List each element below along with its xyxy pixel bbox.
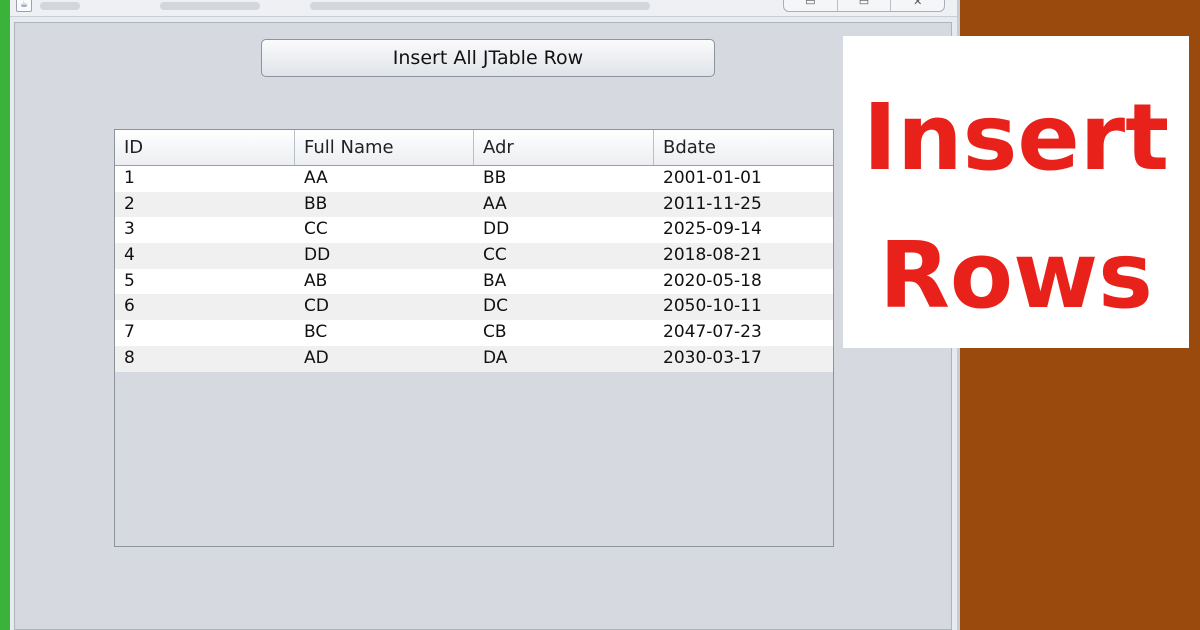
window-titlebar: ☕ ▭ ▭ ✕ — [10, 0, 957, 17]
column-header[interactable]: Bdate — [654, 130, 833, 165]
table-cell: 2030-03-17 — [663, 347, 762, 368]
app-window: ☕ ▭ ▭ ✕ Insert All JTable Row ID Full Nam… — [10, 0, 960, 630]
column-header[interactable]: ID — [115, 130, 295, 165]
table-body: 1 AA BB 2001-01-01 2 BB AA 2011-11-25 3 CC DD 2025-… — [115, 166, 833, 372]
table-cell: CC — [483, 245, 507, 266]
table-cell: DA — [483, 347, 508, 368]
title-line-rows: Rows — [879, 222, 1153, 329]
table-cell: DC — [483, 296, 508, 317]
left-green-border — [0, 0, 10, 630]
table-header: ID Full Name Adr Bdate — [115, 130, 833, 166]
table-cell: CC — [304, 219, 328, 240]
table-cell: 8 — [124, 347, 135, 368]
table-row[interactable]: 5 AB BA 2020-05-18 — [115, 268, 833, 295]
table-cell: AD — [304, 347, 329, 368]
table-cell: 2011-11-25 — [663, 193, 762, 214]
minimize-icon[interactable]: ▭ — [784, 0, 838, 11]
table-row[interactable]: 2 BB AA 2011-11-25 — [115, 191, 833, 218]
table-cell: 5 — [124, 270, 135, 291]
titlebar-blurred-text — [40, 2, 80, 10]
titlebar-blurred-text — [310, 2, 650, 10]
table-cell: 2020-05-18 — [663, 270, 762, 291]
table-cell: AA — [304, 168, 328, 188]
table-cell: 2 — [124, 193, 135, 214]
table-scroll-pane[interactable]: ID Full Name Adr Bdate 1 AA BB 2001-01-01 2 BB AA… — [114, 129, 834, 547]
table-cell: 2025-09-14 — [663, 219, 762, 240]
insert-all-rows-button[interactable]: Insert All JTable Row — [261, 39, 715, 77]
table-cell: 2050-10-11 — [663, 296, 762, 317]
table-row[interactable]: 7 BC CB 2047-07-23 — [115, 320, 833, 346]
table-cell: BA — [483, 270, 507, 291]
table-cell: 2047-07-23 — [663, 322, 762, 343]
table-cell: BB — [304, 193, 328, 214]
close-icon[interactable]: ✕ — [891, 0, 944, 11]
table-cell: DD — [304, 245, 331, 266]
table-cell: 1 — [124, 168, 135, 188]
table-cell: AA — [483, 193, 507, 214]
table-row[interactable]: 6 CD DC 2050-10-11 — [115, 294, 833, 321]
table-row[interactable]: 8 AD DA 2030-03-17 — [115, 345, 833, 372]
table-row[interactable]: 4 DD CC 2018-08-21 — [115, 243, 833, 269]
table-cell: 4 — [124, 245, 135, 266]
maximize-icon[interactable]: ▭ — [838, 0, 892, 11]
table-cell: 2018-08-21 — [663, 245, 762, 266]
table-cell: BB — [483, 168, 507, 188]
table-cell: AB — [304, 270, 328, 291]
table-cell: BC — [304, 322, 328, 343]
table-row[interactable]: 1 AA BB 2001-01-01 — [115, 166, 833, 192]
table-cell: CD — [304, 296, 329, 317]
table-row[interactable]: 3 CC DD 2025-09-14 — [115, 217, 833, 244]
thumbnail-title-panel: Insert Rows — [843, 36, 1189, 348]
java-app-icon: ☕ — [16, 0, 32, 12]
titlebar-blurred-text — [160, 2, 260, 10]
table-cell: 2001-01-01 — [663, 168, 762, 188]
window-controls: ▭ ▭ ✕ — [783, 0, 945, 12]
table-cell: 3 — [124, 219, 135, 240]
table-cell: 7 — [124, 322, 135, 343]
table-cell: CB — [483, 322, 507, 343]
content-panel: Insert All JTable Row ID Full Name Adr Bdat… — [14, 22, 952, 630]
table-cell: DD — [483, 219, 510, 240]
column-header[interactable]: Full Name — [295, 130, 474, 165]
table-cell: 6 — [124, 296, 135, 317]
column-header[interactable]: Adr — [474, 130, 654, 165]
title-line-insert: Insert — [862, 84, 1170, 191]
